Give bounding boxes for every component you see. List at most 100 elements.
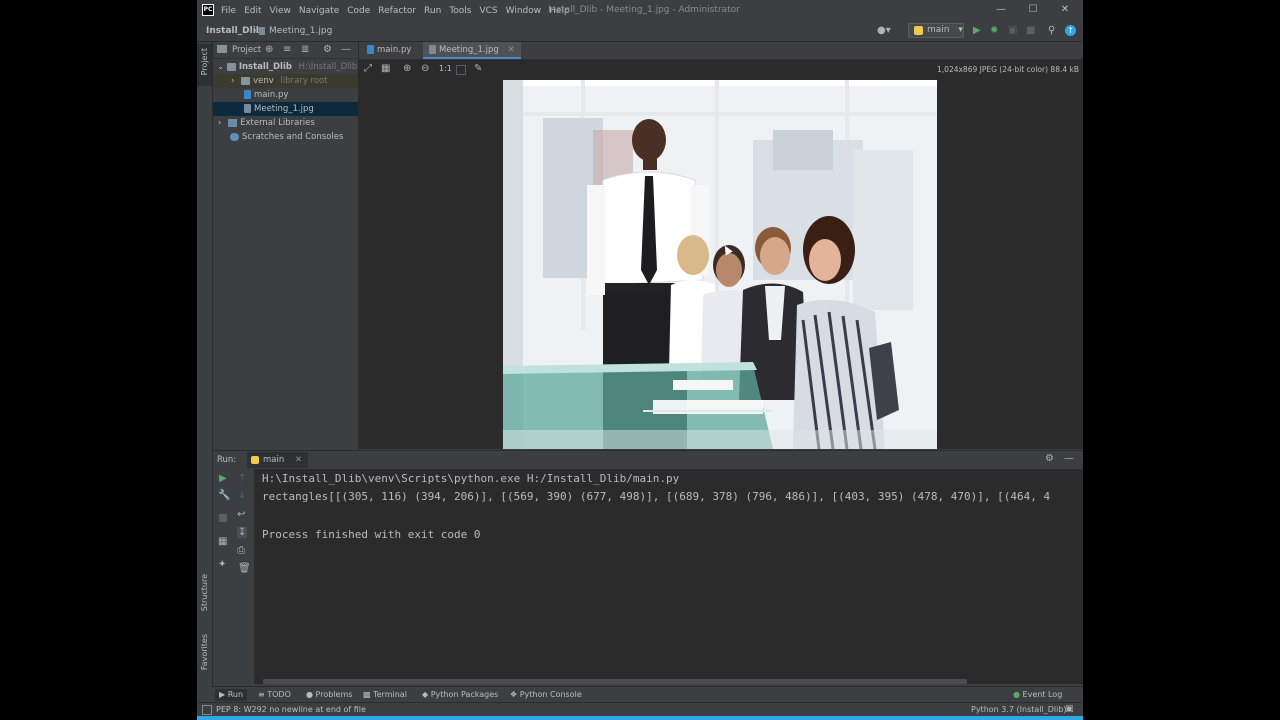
tree-item-hint: H:\Install_Dlib — [298, 62, 358, 72]
grid-icon[interactable]: ▦ — [381, 63, 390, 74]
tree-item-main-py[interactable]: main.py — [213, 88, 358, 102]
stop-icon[interactable]: ■ — [1026, 25, 1035, 36]
run-icon[interactable]: ▶ — [973, 25, 981, 36]
zoom-in-icon[interactable]: ⊕ — [403, 63, 411, 74]
scroll-up-icon[interactable]: ↑ — [238, 473, 246, 484]
console-line-output: rectangles[[(305, 116) (394, 206)], [(56… — [262, 490, 1051, 503]
tree-item-project-root[interactable]: ⌄ Install_Dlib H:\Install_Dlib — [213, 60, 358, 74]
maximize-icon[interactable]: ☐ — [1026, 3, 1040, 17]
pycharm-logo-icon: PC — [202, 4, 214, 16]
python-packages-tool-button[interactable]: ◆ Python Packages — [422, 689, 498, 701]
tab-label: Meeting_1.jpg — [439, 45, 499, 55]
tab-main-py[interactable]: main.py — [361, 42, 417, 59]
zoom-out-icon[interactable]: ⊖ — [421, 63, 429, 74]
image-file-icon — [429, 45, 436, 54]
expand-all-icon[interactable]: ≡ — [283, 44, 291, 55]
close-tab-icon[interactable]: ✕ — [295, 455, 302, 465]
close-icon[interactable]: ✕ — [1058, 3, 1072, 17]
image-file-icon — [244, 104, 251, 113]
tree-item-meeting-jpg[interactable]: Meeting_1.jpg — [213, 102, 358, 116]
hide-icon[interactable]: — — [1064, 453, 1074, 464]
menu-refactor[interactable]: Refactor — [378, 6, 416, 16]
chevron-right-icon: › — [218, 118, 222, 128]
menu-view[interactable]: View — [270, 6, 291, 16]
menu-code[interactable]: Code — [347, 6, 370, 16]
terminal-tool-button[interactable]: ▩ Terminal — [363, 689, 407, 701]
project-panel-title[interactable]: Project — [232, 45, 261, 55]
library-icon — [228, 118, 238, 127]
hide-icon[interactable]: — — [341, 44, 351, 55]
stop-icon[interactable] — [219, 514, 227, 522]
debug-icon[interactable]: ✹ — [990, 25, 998, 36]
menu-bar: File Edit View Navigate Code Refactor Ru… — [221, 0, 578, 21]
trash-icon[interactable]: 🗑 — [238, 563, 251, 574]
color-picker-icon[interactable]: ✎ — [474, 63, 482, 74]
event-log-button[interactable]: ● Event Log — [1013, 689, 1062, 701]
soft-wrap-icon[interactable]: ↩ — [237, 509, 245, 520]
event-log-label: Event Log — [1022, 690, 1063, 699]
run-config-select[interactable]: main ▾ — [908, 23, 964, 38]
python-console-tool-label: Python Console — [519, 690, 582, 699]
pin-icon[interactable]: ✦ — [218, 559, 226, 570]
info-icon: ● — [306, 690, 313, 699]
menu-tools[interactable]: Tools — [449, 6, 471, 16]
tree-item-external-libraries[interactable]: › External Libraries — [213, 116, 358, 130]
wrench-icon[interactable]: 🔧 — [218, 490, 230, 501]
run-tab-main[interactable]: main ✕ — [247, 452, 309, 468]
tool-windows-icon[interactable] — [202, 705, 212, 715]
background-icon[interactable] — [456, 65, 466, 75]
menu-window[interactable]: Window — [506, 6, 542, 16]
lock-icon[interactable]: ▣ — [1065, 703, 1074, 716]
scratches-icon — [230, 132, 239, 141]
project-tool-tab[interactable]: Project — [197, 44, 212, 86]
scroll-down-icon[interactable]: ↓ — [238, 490, 246, 501]
image-toolbar: ⤢ ▦ ⊕ ⊖ 1:1 ✎ 1,024x869 JPEG (24-bit col… — [359, 60, 1083, 78]
tab-meeting-jpg[interactable]: Meeting_1.jpg ✕ — [423, 42, 521, 59]
favorites-tool-tab[interactable]: Favorites — [200, 634, 209, 670]
coverage-icon[interactable]: ▣ — [1008, 25, 1017, 36]
scroll-to-end-icon[interactable]: ↧ — [237, 527, 248, 538]
print-icon[interactable]: ⎙ — [237, 545, 245, 556]
gear-icon[interactable]: ⚙ — [323, 44, 332, 55]
menu-navigate[interactable]: Navigate — [299, 6, 339, 16]
search-icon[interactable]: ⚲ — [1048, 25, 1055, 36]
breadcrumb-file[interactable]: Meeting_1.jpg — [269, 26, 332, 36]
structure-tool-tab[interactable]: Structure — [200, 574, 209, 611]
status-bar: PEP 8: W292 no newline at end of file Py… — [197, 702, 1083, 717]
layout-icon[interactable]: ▦ — [218, 536, 227, 547]
terminal-tool-label: Terminal — [373, 690, 407, 699]
run-console[interactable]: H:\Install_Dlib\venv\Scripts\python.exe … — [254, 469, 1083, 684]
project-icon — [217, 45, 227, 53]
tree-item-label: venv — [253, 76, 274, 86]
collapse-all-icon[interactable]: ≣ — [301, 44, 309, 55]
tree-item-scratches[interactable]: Scratches and Consoles — [213, 130, 358, 144]
menu-edit[interactable]: Edit — [244, 6, 261, 16]
problems-tool-button[interactable]: ● Problems — [306, 689, 352, 701]
menu-vcs[interactable]: VCS — [479, 6, 497, 16]
status-message[interactable]: PEP 8: W292 no newline at end of file — [216, 703, 366, 716]
gear-icon[interactable]: ⚙ — [1045, 453, 1054, 464]
todo-tool-button[interactable]: ≡ TODO — [258, 689, 291, 701]
tree-item-label: Meeting_1.jpg — [254, 104, 314, 114]
project-tool-label: Project — [200, 48, 209, 76]
project-panel-header: Project ⊕ ≡ ≣ ⚙ — — [213, 42, 358, 59]
python-console-tool-button[interactable]: ❖ Python Console — [510, 689, 582, 701]
update-icon[interactable]: ↑ — [1065, 25, 1076, 36]
tree-item-venv[interactable]: › venv library root — [213, 74, 358, 88]
interpreter-status[interactable]: Python 3.7 (Install_Dlib) — [971, 703, 1067, 716]
menu-run[interactable]: Run — [424, 6, 441, 16]
run-tool-button[interactable]: ▶ Run — [215, 689, 248, 701]
rerun-icon[interactable]: ▶ — [219, 473, 227, 484]
locate-icon[interactable]: ⊕ — [265, 44, 273, 55]
actual-size-button[interactable]: 1:1 — [439, 64, 452, 73]
python-packages-tool-label: Python Packages — [430, 690, 499, 699]
chevron-down-icon: ⌄ — [217, 62, 225, 72]
close-tab-icon[interactable]: ✕ — [508, 45, 515, 55]
accent-bar — [197, 716, 1083, 720]
fit-icon[interactable]: ⤢ — [364, 63, 372, 74]
menu-file[interactable]: File — [221, 6, 236, 16]
minimize-icon[interactable]: — — [994, 3, 1008, 17]
horizontal-scrollbar[interactable] — [263, 679, 967, 684]
folder-icon — [241, 76, 251, 85]
user-icon[interactable]: ●▾ — [877, 25, 891, 36]
